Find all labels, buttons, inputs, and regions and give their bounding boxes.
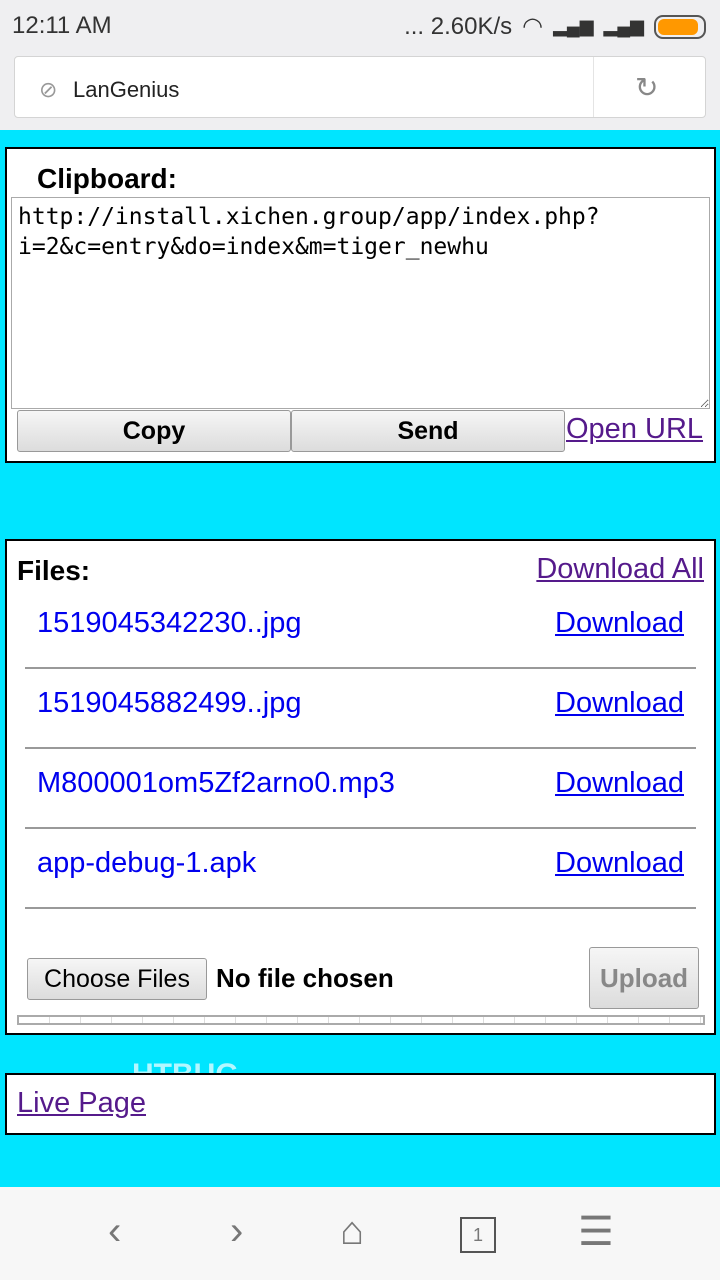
reload-icon[interactable]: ↻ [635,71,658,104]
menu-icon[interactable]: ☰ [578,1209,614,1255]
home-icon[interactable]: ⌂ [340,1209,364,1254]
download-link[interactable]: Download [555,607,684,640]
copy-button[interactable]: Copy [17,410,291,452]
signal-icon-2: ▂▄▆ [603,16,644,36]
download-link[interactable]: Download [555,847,684,880]
file-name: app-debug-1.apk [37,847,257,879]
browser-nav-bar: ‹ › ⌂ 1 ☰ [0,1187,720,1280]
upload-progress-bar [17,1015,705,1025]
forward-icon[interactable]: › [230,1209,243,1254]
file-row: app-debug-1.apk Download [25,829,696,909]
download-link[interactable]: Download [555,767,684,800]
file-row: 1519045342230..jpg Download [25,589,696,669]
wifi-icon: ◠ [522,13,544,40]
download-all-link[interactable]: Download All [536,553,704,586]
file-name: M800001om5Zf2arno0.mp3 [37,767,395,799]
clock: 12:11 AM [12,12,112,39]
file-name: 1519045882499..jpg [37,687,302,719]
battery-icon [654,14,706,39]
choose-files-button[interactable]: Choose Files [27,958,207,1000]
browser-toolbar: ⊘ LanGenius ↻ [0,52,720,130]
clipboard-textarea[interactable]: http://install.xichen.group/app/index.ph… [11,197,710,409]
file-row: M800001om5Zf2arno0.mp3 Download [25,749,696,829]
file-row: 1519045882499..jpg Download [25,669,696,749]
clipboard-panel: Clipboard: http://install.xichen.group/a… [5,147,716,463]
page-title: LanGenius [73,77,180,102]
download-link[interactable]: Download [555,687,684,720]
live-page-link[interactable]: Live Page [17,1087,146,1120]
live-panel: Live Page [5,1073,716,1135]
tabs-button[interactable]: 1 [460,1217,496,1253]
address-bar[interactable]: ⊘ LanGenius ↻ [14,56,706,118]
send-button[interactable]: Send [291,410,565,452]
files-panel: Files: Download All 1519045342230..jpg Do… [5,539,716,1035]
no-file-label: No file chosen [216,963,394,993]
open-url-link[interactable]: Open URL [566,413,703,446]
globe-icon: ⊘ [39,77,58,102]
files-heading: Files: [17,555,91,586]
divider [593,57,594,117]
signal-icon: ▂▄▆ [553,16,594,36]
network-speed: ... 2.60K/s [404,12,513,40]
upload-button[interactable]: Upload [589,947,699,1009]
back-icon[interactable]: ‹ [108,1209,121,1254]
status-bar: 12:11 AM ... 2.60K/s ◠ ▂▄▆ ▂▄▆ [0,0,720,52]
file-name: 1519045342230..jpg [37,607,302,639]
clipboard-heading: Clipboard: [37,163,177,194]
